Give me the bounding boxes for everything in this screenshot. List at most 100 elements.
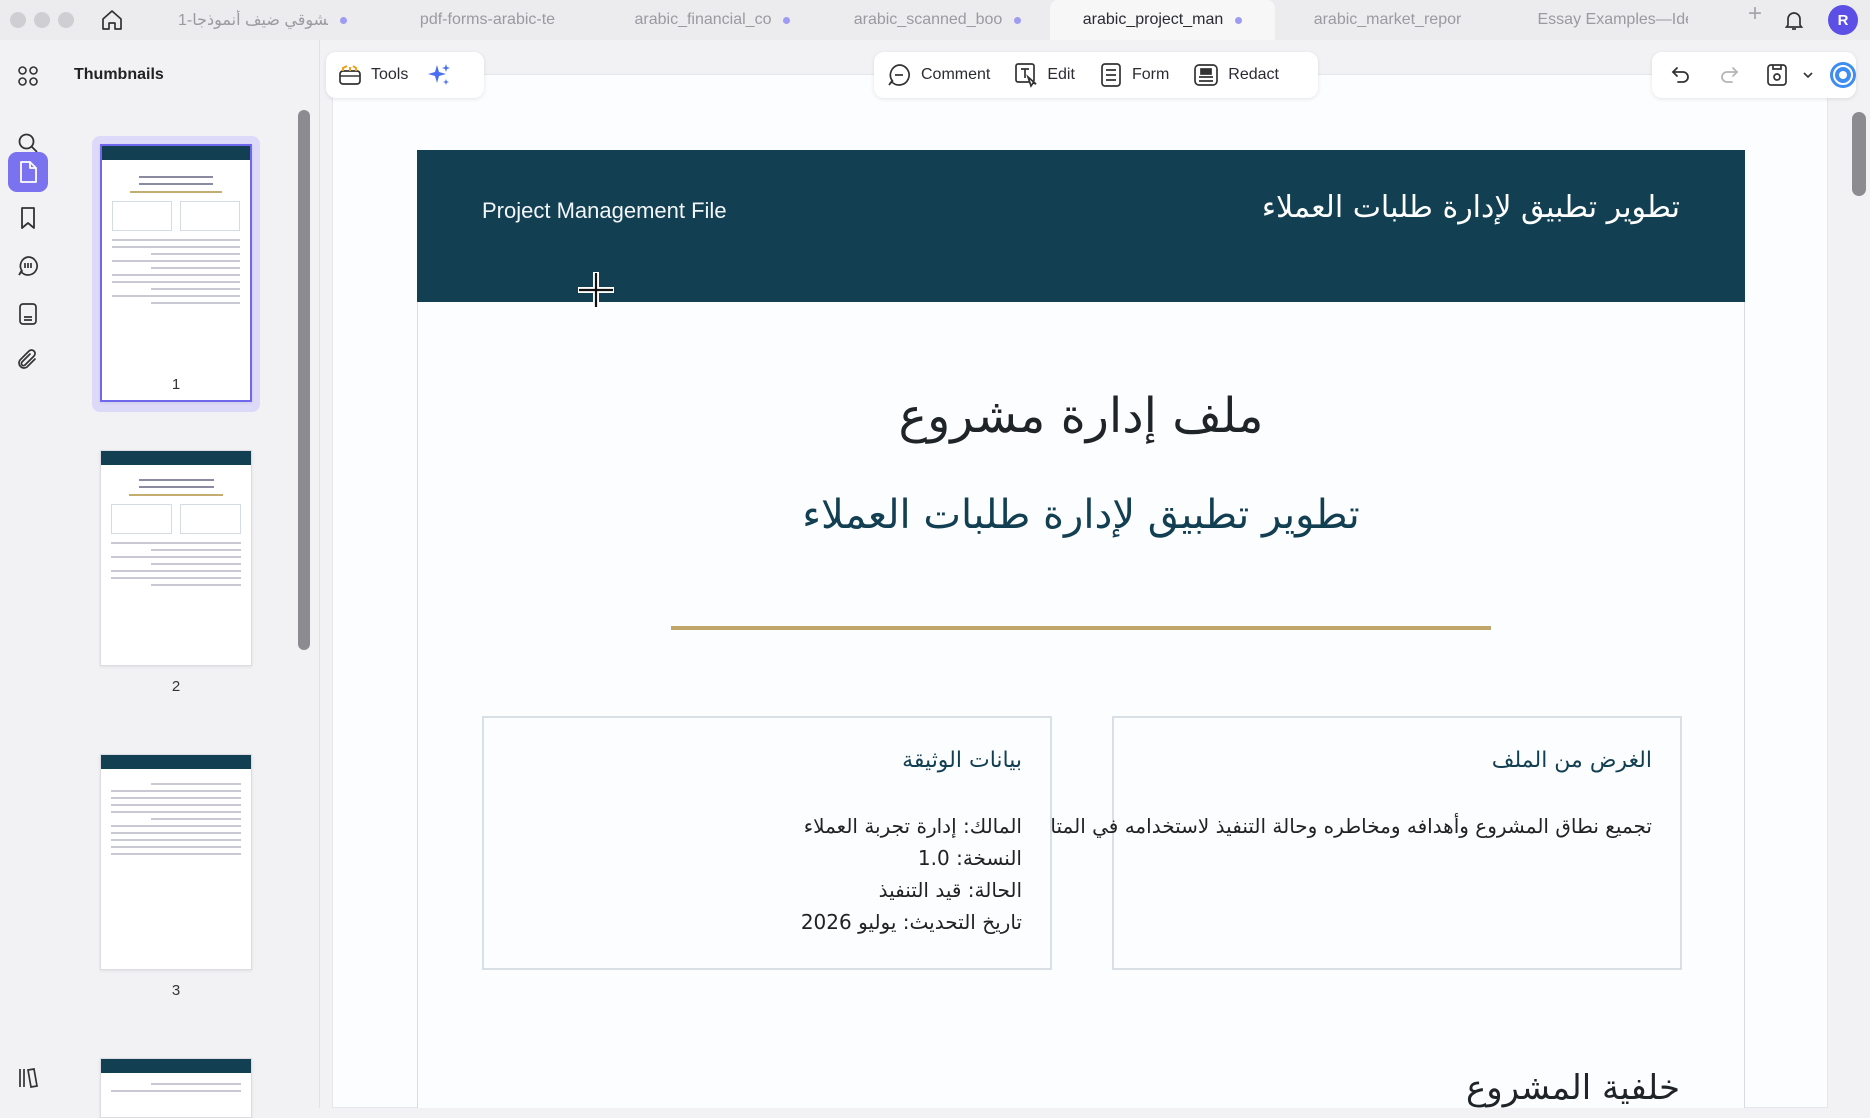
tab-document-7[interactable]: Essay Examples—Ide — [1500, 0, 1725, 40]
unsaved-dot — [783, 16, 791, 24]
header-banner — [417, 150, 1745, 302]
sparkle-icon — [428, 64, 451, 85]
tab-document-2[interactable]: pdf-forms-arabic-te — [375, 0, 600, 40]
form-button[interactable]: Form — [1087, 52, 1181, 98]
info-status: الحالة: قيد التنفيذ — [878, 878, 1022, 902]
comments-button[interactable] — [8, 246, 48, 286]
tab-label: arabic_financial_co — [634, 11, 772, 28]
edit-text-icon — [1015, 63, 1037, 88]
purpose-heading: الغرض من الملف — [1491, 748, 1652, 773]
banner-english-title: Project Management File — [482, 198, 727, 223]
library-icon — [19, 1068, 38, 1088]
thumbnail-page-number: 2 — [171, 678, 181, 695]
save-button[interactable] — [1756, 52, 1792, 98]
left-rail — [0, 40, 56, 1108]
info-version: النسخة: 1.0 — [917, 846, 1022, 870]
chevron-down-icon — [1803, 72, 1813, 79]
tab-document-5[interactable]: arabic_project_man — [1050, 0, 1275, 40]
info-heading: بيانات الوثيقة — [902, 748, 1022, 773]
bookmarks-button[interactable] — [8, 198, 48, 238]
form-icon — [1101, 63, 1121, 87]
purpose-card: الغرض من الملف تجميع نطاق المشروع وأهداف… — [806, 716, 1682, 970]
thumbnails-button[interactable] — [8, 152, 48, 192]
bell-icon[interactable] — [1782, 8, 1806, 32]
thumbnail-page-number: 3 — [171, 982, 181, 999]
tab-document-6[interactable]: arabic_market_repor — [1275, 0, 1500, 40]
redact-button[interactable]: Redact — [1181, 52, 1291, 98]
edit-toolbar: Comment Edit Form Redact — [874, 52, 1318, 98]
tab-document-4[interactable]: arabic_scanned_boo — [825, 0, 1050, 40]
comment-button[interactable]: Comment — [874, 52, 1002, 98]
comment-icon — [888, 64, 910, 86]
crosshair-cursor-icon — [578, 272, 614, 308]
redo-button[interactable] — [1708, 52, 1750, 98]
redact-label: Redact — [1228, 66, 1279, 83]
document-info-card: بيانات الوثيقة المالك: إدارة تجربة العمل… — [482, 716, 1052, 970]
thumbnails-panel: Thumbnails 1 2 3 — [56, 40, 320, 1118]
panel-title: Thumbnails — [74, 66, 164, 83]
history-toolbar — [1652, 52, 1856, 98]
comment-bubble-icon — [18, 256, 38, 276]
unsaved-dot — [1014, 16, 1022, 24]
tab-label: pdf-forms-arabic-te — [419, 11, 556, 28]
tools-button[interactable]: Tools — [326, 52, 420, 98]
redo-icon — [1721, 67, 1739, 83]
thumbnails-scrollbar[interactable] — [298, 110, 310, 650]
thumbnail-page-3[interactable] — [100, 754, 252, 970]
info-updated: تاريخ التحديث: يوليو 2026 — [800, 910, 1022, 934]
purpose-body: تجميع نطاق المشروع وأهدافه ومخاطره وحالة… — [806, 810, 1652, 842]
window-controls — [10, 12, 74, 28]
unsaved-dot — [1235, 16, 1243, 24]
document-scrollbar[interactable] — [1852, 112, 1866, 196]
tab-label: الشوقي ضيف أنموذجا-1 — [178, 12, 328, 29]
tab-document-3[interactable]: arabic_financial_co — [600, 0, 825, 40]
tab-bar: الشوقي ضيف أنموذجا-1 pdf-forms-arabic-te… — [0, 0, 1870, 40]
ai-orb-icon — [1830, 62, 1856, 88]
form-icon — [19, 303, 37, 325]
info-body: المالك: إدارة تجربة العملاء النسخة: 1.0 … — [801, 810, 1022, 938]
tab-label: arabic_market_repor — [1313, 11, 1462, 28]
apps-button[interactable] — [8, 56, 48, 96]
comment-label: Comment — [921, 66, 991, 83]
grid-icon — [18, 66, 38, 86]
minimize-window-button[interactable] — [34, 12, 50, 28]
thumbnail-page-number: 1 — [171, 376, 181, 393]
tabbar-right: R — [1782, 0, 1870, 40]
zoom-window-button[interactable] — [58, 12, 74, 28]
title-divider — [671, 626, 1491, 630]
unsaved-dot — [340, 16, 347, 24]
tab-document-1[interactable]: الشوقي ضيف أنموذجا-1 — [150, 0, 375, 40]
document-subtitle: تطوير تطبيق لإدارة طلبات العملاء — [802, 492, 1360, 538]
bookmark-icon — [21, 207, 35, 229]
redact-icon — [1194, 64, 1219, 86]
tab-label: arabic_project_man — [1082, 11, 1224, 28]
save-options-button[interactable] — [1798, 52, 1818, 98]
thumbnail-page-4[interactable] — [100, 1058, 252, 1118]
thumbnail-page-1[interactable] — [100, 144, 252, 402]
banner-arabic-title: تطوير تطبيق لإدارة طلبات العملاء — [1261, 190, 1680, 225]
ai-chat-button[interactable] — [1824, 52, 1862, 98]
forms-button[interactable] — [8, 294, 48, 334]
library-button[interactable] — [8, 1058, 48, 1098]
page-icon — [20, 161, 37, 183]
edit-button[interactable]: Edit — [1002, 52, 1087, 98]
section-heading: خلفية المشروع — [1465, 1068, 1680, 1108]
tools-label: Tools — [371, 66, 409, 83]
undo-icon — [1671, 67, 1689, 83]
ai-assistant-button[interactable] — [420, 52, 458, 98]
edit-label: Edit — [1047, 66, 1075, 83]
document-title: ملف إدارة مشروع — [898, 388, 1264, 444]
document-tabs: الشوقي ضيف أنموذجا-1 pdf-forms-arabic-te… — [150, 0, 1785, 40]
close-window-button[interactable] — [10, 12, 26, 28]
undo-button[interactable] — [1660, 52, 1702, 98]
attachments-button[interactable] — [8, 340, 48, 380]
paperclip-icon — [18, 349, 36, 369]
info-owner: المالك: إدارة تجربة العملاء — [803, 814, 1022, 838]
new-tab-button[interactable]: + — [1725, 0, 1785, 40]
form-label: Form — [1131, 66, 1170, 83]
home-button[interactable] — [92, 0, 132, 40]
thumbnail-page-2[interactable] — [100, 450, 252, 666]
home-icon — [102, 10, 122, 30]
tab-label: arabic_scanned_boo — [853, 11, 1003, 28]
avatar[interactable]: R — [1828, 5, 1858, 35]
